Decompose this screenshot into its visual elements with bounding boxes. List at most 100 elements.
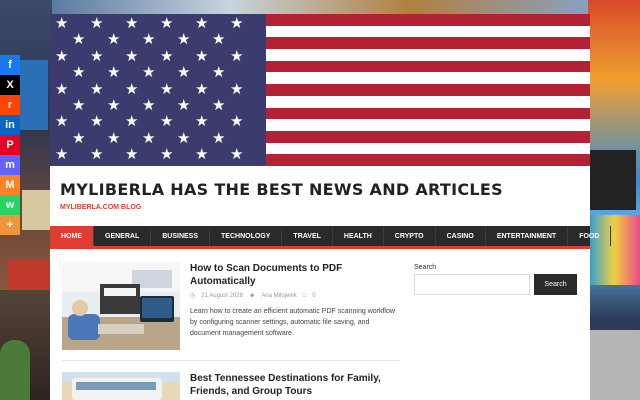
nav-item-business[interactable]: BUSINESS bbox=[151, 226, 211, 246]
clock-icon: ◷ bbox=[190, 293, 196, 299]
site-tagline: MYLIBERLA.COM BLOG bbox=[60, 204, 142, 211]
flag-star: ★ bbox=[230, 146, 244, 164]
search-button[interactable]: Search bbox=[534, 274, 577, 295]
nav-item-crypto[interactable]: CRYPTO bbox=[384, 226, 436, 246]
flag-star: ★ bbox=[195, 80, 209, 98]
author-icon: ☻ bbox=[248, 292, 256, 299]
flag-star: ★ bbox=[142, 31, 156, 49]
pinterest-icon[interactable]: P bbox=[0, 135, 20, 155]
flag-star: ★ bbox=[212, 129, 226, 147]
flag-star: ★ bbox=[72, 31, 86, 49]
flag-star: ★ bbox=[125, 47, 139, 65]
comment-icon: □ bbox=[302, 292, 307, 299]
article-thumbnail[interactable] bbox=[62, 372, 180, 400]
flag-star: ★ bbox=[107, 64, 121, 82]
flag-star: ★ bbox=[177, 129, 191, 147]
article-date: 21 August 2026 bbox=[201, 292, 243, 299]
billboard-image bbox=[18, 60, 48, 130]
flag-star: ★ bbox=[55, 146, 69, 164]
billboard-image bbox=[22, 190, 50, 230]
flag-star: ★ bbox=[160, 15, 174, 32]
flag-star: ★ bbox=[212, 64, 226, 82]
flag-star: ★ bbox=[195, 113, 209, 131]
flag-canton: ★ ★ ★ ★ ★ ★ ★ ★ ★ ★ ★ ★ ★ ★ ★ ★ ★ ★ ★ ★ ★ ★ ★ ★ ★ ★ ★ ★ ★ ★ ★ ★ ★ ★ ★ ★ ★ ★ ★ ★… bbox=[50, 14, 266, 166]
tour-bus-image bbox=[62, 372, 180, 400]
article-title[interactable]: Best Tennessee Destinations for Family, … bbox=[190, 372, 396, 398]
nav-item-casino[interactable]: CASINO bbox=[436, 226, 486, 246]
flag-star: ★ bbox=[90, 80, 104, 98]
flag-star: ★ bbox=[55, 47, 69, 65]
article-author[interactable]: Ana Milojevik bbox=[261, 293, 296, 299]
facebook-icon[interactable]: f bbox=[0, 55, 20, 75]
flag-star: ★ bbox=[55, 80, 69, 98]
nav-item-home[interactable]: HOME bbox=[50, 226, 94, 246]
mastodon-icon[interactable]: m bbox=[0, 155, 20, 175]
flag-star: ★ bbox=[212, 31, 226, 49]
background-right-street bbox=[588, 0, 640, 400]
flag-star: ★ bbox=[90, 15, 104, 32]
flag-star: ★ bbox=[90, 113, 104, 131]
flag-star: ★ bbox=[195, 15, 209, 32]
site-title[interactable]: MYLIBERLA HAS THE BEST NEWS AND ARTICLES bbox=[60, 180, 503, 199]
flag-star: ★ bbox=[107, 129, 121, 147]
flag-star: ★ bbox=[230, 15, 244, 32]
flag-star: ★ bbox=[142, 64, 156, 82]
flag-star: ★ bbox=[177, 97, 191, 114]
article-card: Best Tennessee Destinations for Family, … bbox=[62, 372, 400, 400]
more-share-icon[interactable]: + bbox=[0, 215, 20, 235]
search-label: Search bbox=[414, 264, 437, 271]
site-container: ★ ★ ★ ★ ★ ★ ★ ★ ★ ★ ★ ★ ★ ★ ★ ★ ★ ★ ★ ★ ★ ★ ★ ★ ★ ★ ★ ★ ★ ★ ★ ★ ★ ★ ★ ★ ★ ★ ★ ★… bbox=[50, 14, 612, 400]
flag-star: ★ bbox=[160, 113, 174, 131]
flag-star: ★ bbox=[72, 97, 86, 114]
article-thumbnail[interactable] bbox=[62, 262, 180, 350]
main-navigation: HOME GENERAL BUSINESS TECHNOLOGY TRAVEL HEALT… bbox=[50, 226, 612, 249]
flag-star: ★ bbox=[90, 146, 104, 164]
sidewalk-image bbox=[588, 330, 640, 400]
article-comments[interactable]: 0 bbox=[312, 293, 315, 299]
mix-icon[interactable]: M bbox=[0, 175, 20, 195]
header-banner-flag: ★ ★ ★ ★ ★ ★ ★ ★ ★ ★ ★ ★ ★ ★ ★ ★ ★ ★ ★ ★ ★ ★ ★ ★ ★ ★ ★ ★ ★ ★ ★ ★ ★ ★ ★ ★ ★ ★ ★ ★… bbox=[50, 14, 590, 166]
nav-item-health[interactable]: HEALTH bbox=[333, 226, 384, 246]
flag-star: ★ bbox=[142, 129, 156, 147]
reddit-icon[interactable]: r bbox=[0, 95, 20, 115]
flag-star: ★ bbox=[230, 80, 244, 98]
nav-item-travel[interactable]: TRAVEL bbox=[282, 226, 333, 246]
article-divider bbox=[62, 360, 400, 361]
flag-star: ★ bbox=[125, 80, 139, 98]
flag-star: ★ bbox=[177, 31, 191, 49]
x-twitter-icon[interactable]: X bbox=[0, 75, 20, 95]
planter-image bbox=[0, 340, 30, 400]
article-title[interactable]: How to Scan Documents to PDF Automatical… bbox=[190, 262, 396, 288]
flag-star: ★ bbox=[195, 47, 209, 65]
flag-star: ★ bbox=[125, 146, 139, 164]
flag-star: ★ bbox=[107, 97, 121, 114]
nav-item-general[interactable]: GENERAL bbox=[94, 226, 152, 246]
background-skyline bbox=[52, 0, 588, 14]
nav-item-entertainment[interactable]: ENTERTAINMENT bbox=[486, 226, 569, 246]
flag-star: ★ bbox=[72, 129, 86, 147]
billboard-image bbox=[8, 260, 52, 290]
article-card: How to Scan Documents to PDF Automatical… bbox=[62, 262, 400, 352]
whatsapp-icon[interactable]: w bbox=[0, 195, 20, 215]
flag-star: ★ bbox=[125, 113, 139, 131]
flag-star: ★ bbox=[212, 97, 226, 114]
nav-item-food[interactable]: FOOD bbox=[568, 226, 612, 246]
flag-star: ★ bbox=[72, 64, 86, 82]
flag-star: ★ bbox=[142, 97, 156, 114]
flag-star: ★ bbox=[160, 47, 174, 65]
billboard-image bbox=[590, 150, 636, 210]
flag-star: ★ bbox=[55, 15, 69, 32]
article-meta: ◷ 21 August 2026 ☻ Ana Milojevik □ 0 bbox=[190, 292, 316, 300]
flag-star: ★ bbox=[160, 146, 174, 164]
flag-star: ★ bbox=[230, 47, 244, 65]
flag-star: ★ bbox=[125, 15, 139, 32]
linkedin-icon[interactable]: in bbox=[0, 115, 20, 135]
article-excerpt: Learn how to create an efficient automat… bbox=[190, 308, 395, 337]
flag-star: ★ bbox=[160, 80, 174, 98]
flag-star: ★ bbox=[177, 64, 191, 82]
flag-star: ★ bbox=[107, 31, 121, 49]
search-input[interactable] bbox=[414, 274, 530, 295]
flag-star: ★ bbox=[55, 113, 69, 131]
office-scanner-image bbox=[62, 262, 180, 350]
nav-item-technology[interactable]: TECHNOLOGY bbox=[210, 226, 283, 246]
